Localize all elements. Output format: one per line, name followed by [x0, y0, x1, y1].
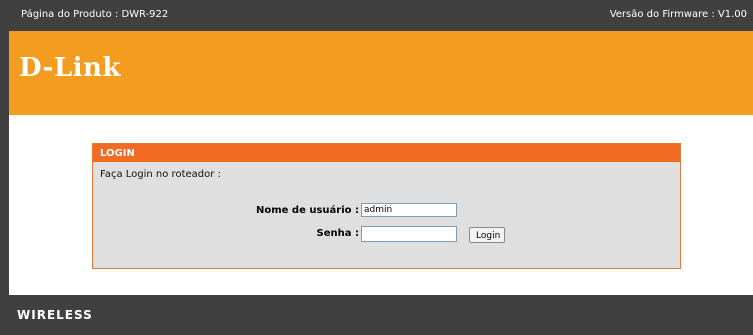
login-button[interactable]: Login	[469, 227, 505, 243]
username-row: Nome de usuário :	[93, 203, 680, 219]
username-label: Nome de usuário :	[256, 205, 359, 216]
login-panel: LOGIN Faça Login no roteador : Nome de u…	[92, 143, 681, 269]
password-input[interactable]	[361, 226, 457, 242]
firmware-version-text: Versão do Firmware : V1.00	[609, 9, 747, 20]
footer-bar: WIRELESS	[9, 295, 753, 335]
wireless-brand-text: WIRELESS	[17, 308, 93, 322]
main-content: LOGIN Faça Login no roteador : Nome de u…	[9, 115, 753, 295]
username-input[interactable]	[361, 203, 457, 217]
brand-banner: D-Link	[9, 31, 753, 115]
password-label: Senha :	[316, 228, 359, 239]
dlink-logo: D-Link	[19, 53, 121, 83]
top-bar: Página do Produto : DWR-922 Versão do Fi…	[9, 0, 753, 31]
password-row: Senha : Login	[93, 226, 680, 244]
login-instruction: Faça Login no roteador :	[100, 169, 221, 180]
left-frame-bar	[0, 0, 9, 335]
product-page-text: Página do Produto : DWR-922	[21, 9, 169, 20]
login-panel-title: LOGIN	[93, 144, 680, 162]
